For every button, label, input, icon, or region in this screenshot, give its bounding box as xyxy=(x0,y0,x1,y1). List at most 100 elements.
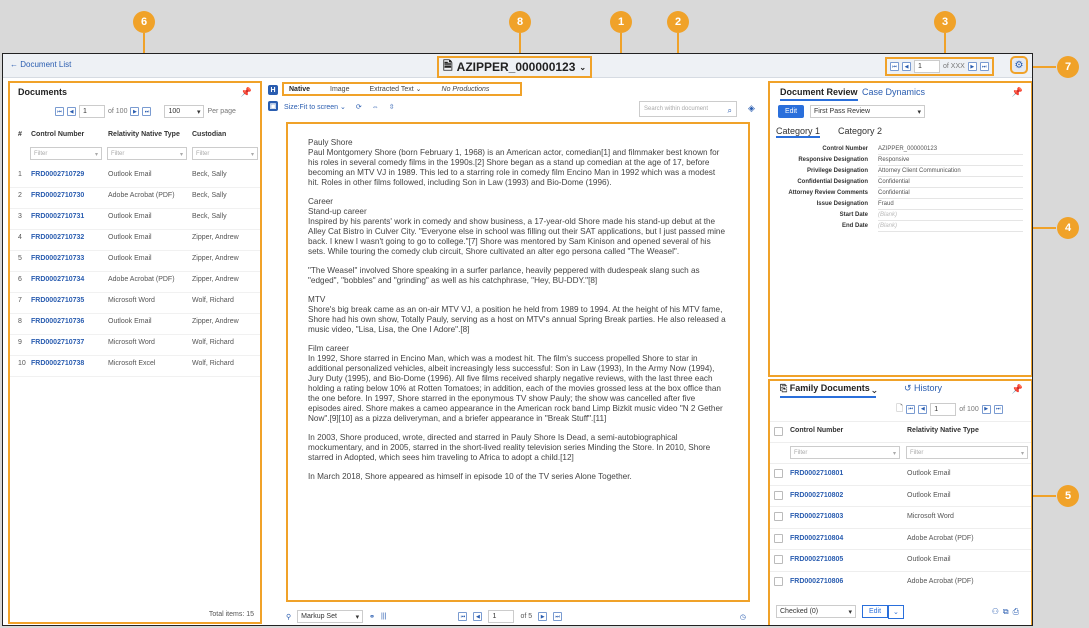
row-control-number[interactable]: FRD0002710804 xyxy=(790,535,843,542)
row-control-number[interactable]: FRD0002710736 xyxy=(31,318,84,325)
first-icon[interactable]: ⏮ xyxy=(55,107,64,116)
table-row[interactable]: 3 FRD0002710731 Outlook Email Beck, Sall… xyxy=(10,209,260,230)
family-actions-icons[interactable]: ⚇⧉⎙ xyxy=(992,607,1023,617)
layers-icon[interactable]: ◈ xyxy=(748,103,755,114)
tab-document-review[interactable]: Document Review xyxy=(780,87,858,101)
tab-history[interactable]: ↺ History xyxy=(904,383,942,394)
list-item[interactable]: FRD0002710801 Outlook Email xyxy=(770,463,1031,484)
table-row[interactable]: 6 FRD0002710734 Adobe Acrobat (PDF) Zipp… xyxy=(10,272,260,293)
tab-extracted-text[interactable]: Extracted Text ⌄ xyxy=(369,85,421,93)
filter-control[interactable]: Filter ▾ xyxy=(790,446,900,459)
size-select[interactable]: Size:Fit to screen ⌄ xyxy=(284,103,346,111)
filter-type[interactable]: Filter ▾ xyxy=(107,147,187,160)
barcode-icon[interactable]: ||| xyxy=(381,613,386,620)
first-icon[interactable]: ⏮ xyxy=(906,404,916,414)
row-control-number[interactable]: FRD0002710802 xyxy=(790,492,843,499)
row-checkbox[interactable] xyxy=(774,469,783,478)
row-control-number[interactable]: FRD0002710733 xyxy=(31,255,84,262)
image-icon[interactable]: ▣ xyxy=(268,101,278,111)
field-value[interactable]: (Blank) xyxy=(878,212,1023,221)
checked-select[interactable]: Checked (0) ▾ xyxy=(776,605,856,618)
row-control-number[interactable]: FRD0002710806 xyxy=(790,578,843,585)
row-checkbox[interactable] xyxy=(774,555,783,564)
table-row[interactable]: 7 FRD0002710735 Microsoft Word Wolf, Ric… xyxy=(10,293,260,314)
search-icon[interactable]: ⌕ xyxy=(728,106,732,115)
gear-icon[interactable]: ⚙ xyxy=(1010,56,1028,74)
layout-select[interactable]: First Pass Review ▾ xyxy=(810,105,925,118)
prev-icon[interactable]: ◀ xyxy=(473,612,483,621)
tab-no-productions[interactable]: No Productions xyxy=(442,86,490,93)
edit-button[interactable]: Edit xyxy=(778,105,805,118)
row-control-number[interactable]: FRD0002710729 xyxy=(31,171,84,178)
location-icon[interactable]: ⚲ xyxy=(286,613,291,621)
row-control-number[interactable]: FRD0002710801 xyxy=(790,470,843,477)
col-control-number[interactable]: Control Number xyxy=(31,131,84,138)
pin-icon[interactable]: 📌 xyxy=(241,87,252,98)
h-icon[interactable]: H xyxy=(268,85,278,95)
field-value[interactable]: Attorney Client Communication xyxy=(878,168,1023,177)
next-icon[interactable]: ▶ xyxy=(130,107,140,116)
col-native-type[interactable]: Relativity Native Type xyxy=(907,427,979,434)
row-control-number[interactable]: FRD0002710732 xyxy=(31,234,84,241)
tab-native[interactable]: Native xyxy=(289,86,310,93)
field-value[interactable]: Responsive xyxy=(878,157,1023,166)
row-checkbox[interactable] xyxy=(774,512,783,521)
field-value[interactable]: AZIPPER_000000123 xyxy=(878,146,1023,155)
table-row[interactable]: 10 FRD0002710738 Microsoft Excel Wolf, R… xyxy=(10,356,260,377)
row-checkbox[interactable] xyxy=(774,490,783,500)
row-control-number[interactable]: FRD0002710803 xyxy=(790,513,843,520)
family-edit-button[interactable]: Edit xyxy=(862,605,889,618)
col-native-type[interactable]: Relativity Native Type xyxy=(108,131,180,138)
row-control-number[interactable]: FRD0002710734 xyxy=(31,276,84,283)
clock-icon[interactable]: ◷ xyxy=(740,613,746,621)
field-value[interactable]: (Blank) xyxy=(878,223,1023,232)
back-to-document-list-link[interactable]: ← Document List xyxy=(10,60,71,69)
table-row[interactable]: 9 FRD0002710737 Microsoft Word Wolf, Ric… xyxy=(10,335,260,356)
row-control-number[interactable]: FRD0002710737 xyxy=(31,339,84,346)
row-control-number[interactable]: FRD0002710735 xyxy=(31,297,84,304)
chevron-down-icon[interactable]: ⌄ xyxy=(888,605,904,619)
row-control-number[interactable]: FRD0002710805 xyxy=(790,556,843,563)
field-value[interactable]: Confidential xyxy=(878,179,1023,188)
list-item[interactable]: FRD0002710802 Outlook Email xyxy=(770,484,1031,506)
next-icon[interactable]: ▶ xyxy=(981,404,991,414)
field-value[interactable]: Confidential xyxy=(878,190,1023,199)
list-item[interactable]: FRD0002710805 Outlook Email xyxy=(770,549,1031,570)
filter-custodian[interactable]: Filter ▾ xyxy=(192,147,258,160)
pin-icon[interactable]: 📌 xyxy=(1012,384,1023,395)
col-custodian[interactable]: Custodian xyxy=(192,131,226,138)
next-icon[interactable]: ▶ xyxy=(967,62,977,71)
filter-type[interactable]: Filter ▾ xyxy=(906,446,1028,459)
prev-icon[interactable]: ◀ xyxy=(902,62,911,71)
first-icon[interactable]: ⏮ xyxy=(890,62,899,71)
fit-page-icon[interactable]: ⇳ xyxy=(389,103,395,111)
next-icon[interactable]: ▶ xyxy=(538,612,548,621)
last-icon[interactable]: ⏭ xyxy=(142,107,152,116)
last-icon[interactable]: ⏭ xyxy=(553,612,563,621)
table-row[interactable]: 1 FRD0002710729 Outlook Email Beck, Sall… xyxy=(10,167,260,188)
table-row[interactable]: 8 FRD0002710736 Outlook Email Zipper, An… xyxy=(10,314,260,335)
last-icon[interactable]: ⏭ xyxy=(979,62,989,71)
tab-category-1[interactable]: Category 1 xyxy=(776,126,821,138)
prev-icon[interactable]: ◀ xyxy=(918,404,928,414)
row-checkbox[interactable] xyxy=(774,533,783,543)
row-control-number[interactable]: FRD0002710731 xyxy=(31,213,84,220)
list-item[interactable]: FRD0002710806 Adobe Acrobat (PDF) xyxy=(770,570,1031,592)
per-page-select[interactable]: 100 ▾ xyxy=(164,105,205,118)
table-row[interactable]: 4 FRD0002710732 Outlook Email Zipper, An… xyxy=(10,230,260,251)
export-icon[interactable]: 🗋 xyxy=(896,401,903,417)
row-control-number[interactable]: FRD0002710730 xyxy=(31,192,84,199)
field-value[interactable]: Fraud xyxy=(878,201,1023,210)
viewer-page-input[interactable]: 1 xyxy=(488,610,515,623)
tab-category-2[interactable]: Category 2 xyxy=(838,126,882,136)
list-item[interactable]: FRD0002710804 Adobe Acrobat (PDF) xyxy=(770,527,1031,549)
col-control-number[interactable]: Control Number xyxy=(790,427,843,434)
document-title-dropdown[interactable]: 🗎 AZIPPER_000000123 ⌄ xyxy=(436,56,593,78)
row-control-number[interactable]: FRD0002710738 xyxy=(31,360,84,367)
search-within-document-input[interactable]: Search within document ⌕ xyxy=(639,101,737,117)
rotate-icon[interactable]: ⟳ xyxy=(356,103,362,111)
table-row[interactable]: 2 FRD0002710730 Adobe Acrobat (PDF) Beck… xyxy=(10,188,260,209)
document-page-input[interactable]: 1 xyxy=(914,60,940,73)
prev-icon[interactable]: ◀ xyxy=(67,107,76,116)
tab-family-documents[interactable]: ⎘ Family Documents ⌄ xyxy=(780,383,877,398)
